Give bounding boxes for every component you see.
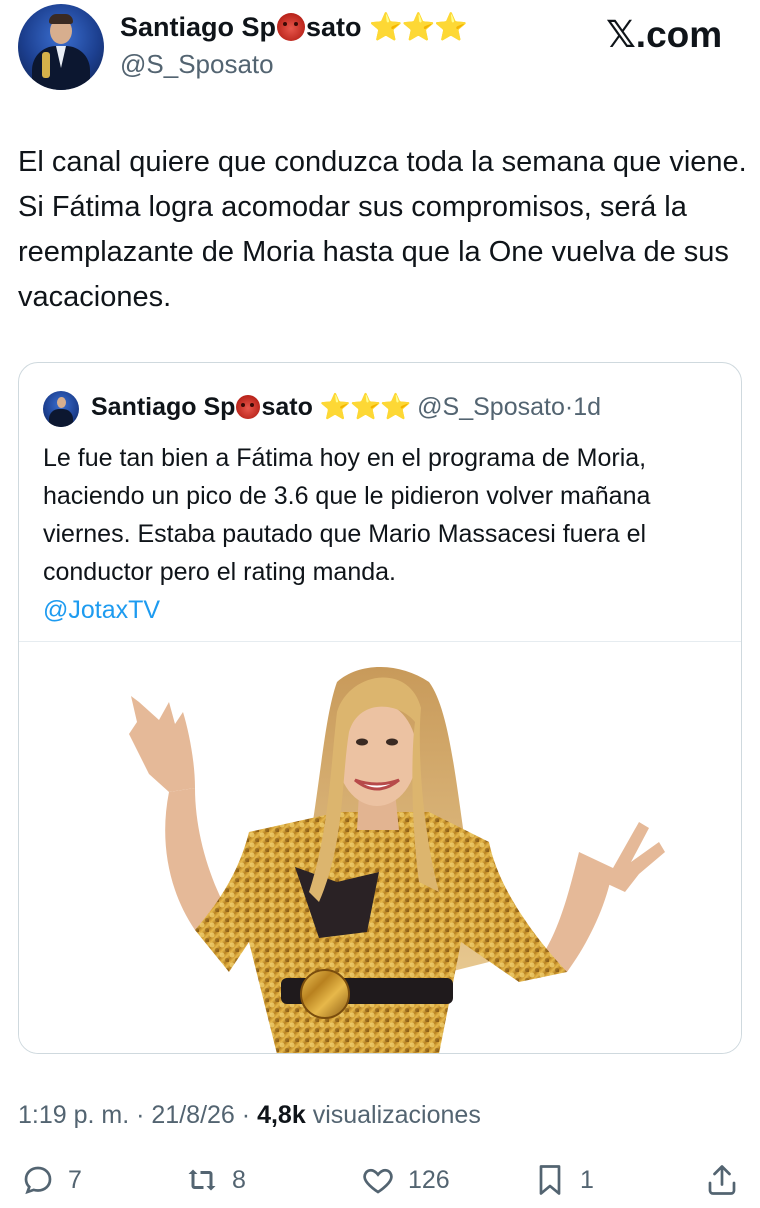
quoted-tweet-image[interactable]: [19, 641, 741, 1053]
quoted-separator: ·: [564, 393, 574, 421]
name-suffix: sato: [306, 12, 362, 42]
tweet-date[interactable]: 21/8/26: [151, 1101, 234, 1129]
repost-icon: [188, 1169, 216, 1191]
devil-face-icon: [236, 395, 261, 419]
quoted-name-prefix: Santiago Sp: [91, 393, 236, 421]
share-icon: [708, 1165, 736, 1195]
repost-count: 8: [232, 1165, 246, 1194]
author-display-name[interactable]: Santiago Sp sato ⭐⭐⭐: [120, 10, 469, 44]
views-count: 4,8k: [257, 1101, 306, 1129]
author-handle[interactable]: @S_Sposato: [120, 48, 274, 80]
devil-face-icon: [277, 13, 306, 41]
name-prefix: Santiago Sp: [120, 12, 277, 42]
bookmark-icon: [539, 1165, 561, 1195]
quoted-mention-link[interactable]: @JotaxTV: [43, 591, 160, 629]
quoted-tweet-text: Le fue tan bien a Fátima hoy en el progr…: [43, 444, 651, 586]
meta-separator: ·: [241, 1101, 251, 1129]
reply-icon: [24, 1166, 52, 1195]
quoted-author-avatar: [43, 391, 79, 427]
repost-button[interactable]: 8: [184, 1160, 246, 1200]
woman-in-gold-sequin-jacket-photo: [129, 667, 665, 1053]
reply-button[interactable]: 7: [20, 1160, 82, 1200]
heart-icon: [363, 1168, 393, 1194]
meta-separator: ·: [136, 1101, 145, 1129]
bookmark-count: 1: [580, 1165, 594, 1194]
like-count: 126: [408, 1165, 450, 1194]
bookmark-button[interactable]: 1: [532, 1160, 594, 1200]
star-badge-icon: ⭐⭐⭐: [369, 12, 469, 43]
like-button[interactable]: 126: [360, 1160, 450, 1200]
views-label: visualizaciones: [312, 1101, 481, 1129]
share-button[interactable]: [704, 1160, 752, 1200]
tweet-time[interactable]: 1:19 p. m.: [18, 1101, 129, 1129]
quoted-name-suffix: sato: [261, 393, 313, 421]
quoted-tweet-card[interactable]: Santiago Sp sato ⭐⭐⭐ @S_Sposato·1d Le fue…: [18, 362, 742, 1054]
quoted-handle: @S_Sposato: [417, 393, 565, 421]
tweet-text: El canal quiere que conduzca toda la sem…: [18, 146, 747, 313]
star-badge-icon: ⭐⭐⭐: [319, 393, 411, 422]
reply-count: 7: [68, 1165, 82, 1194]
tweet-action-bar: 7 8 126 1: [0, 1160, 760, 1200]
quoted-author-line: Santiago Sp sato ⭐⭐⭐ @S_Sposato·1d: [91, 391, 601, 423]
x-logo-label: 𝕏.com: [606, 14, 723, 55]
author-avatar[interactable]: [18, 4, 104, 90]
tweet-meta: 1:19 p. m. · 21/8/26 · 4,8k visualizacio…: [18, 1098, 481, 1132]
quoted-age: 1d: [573, 393, 602, 421]
